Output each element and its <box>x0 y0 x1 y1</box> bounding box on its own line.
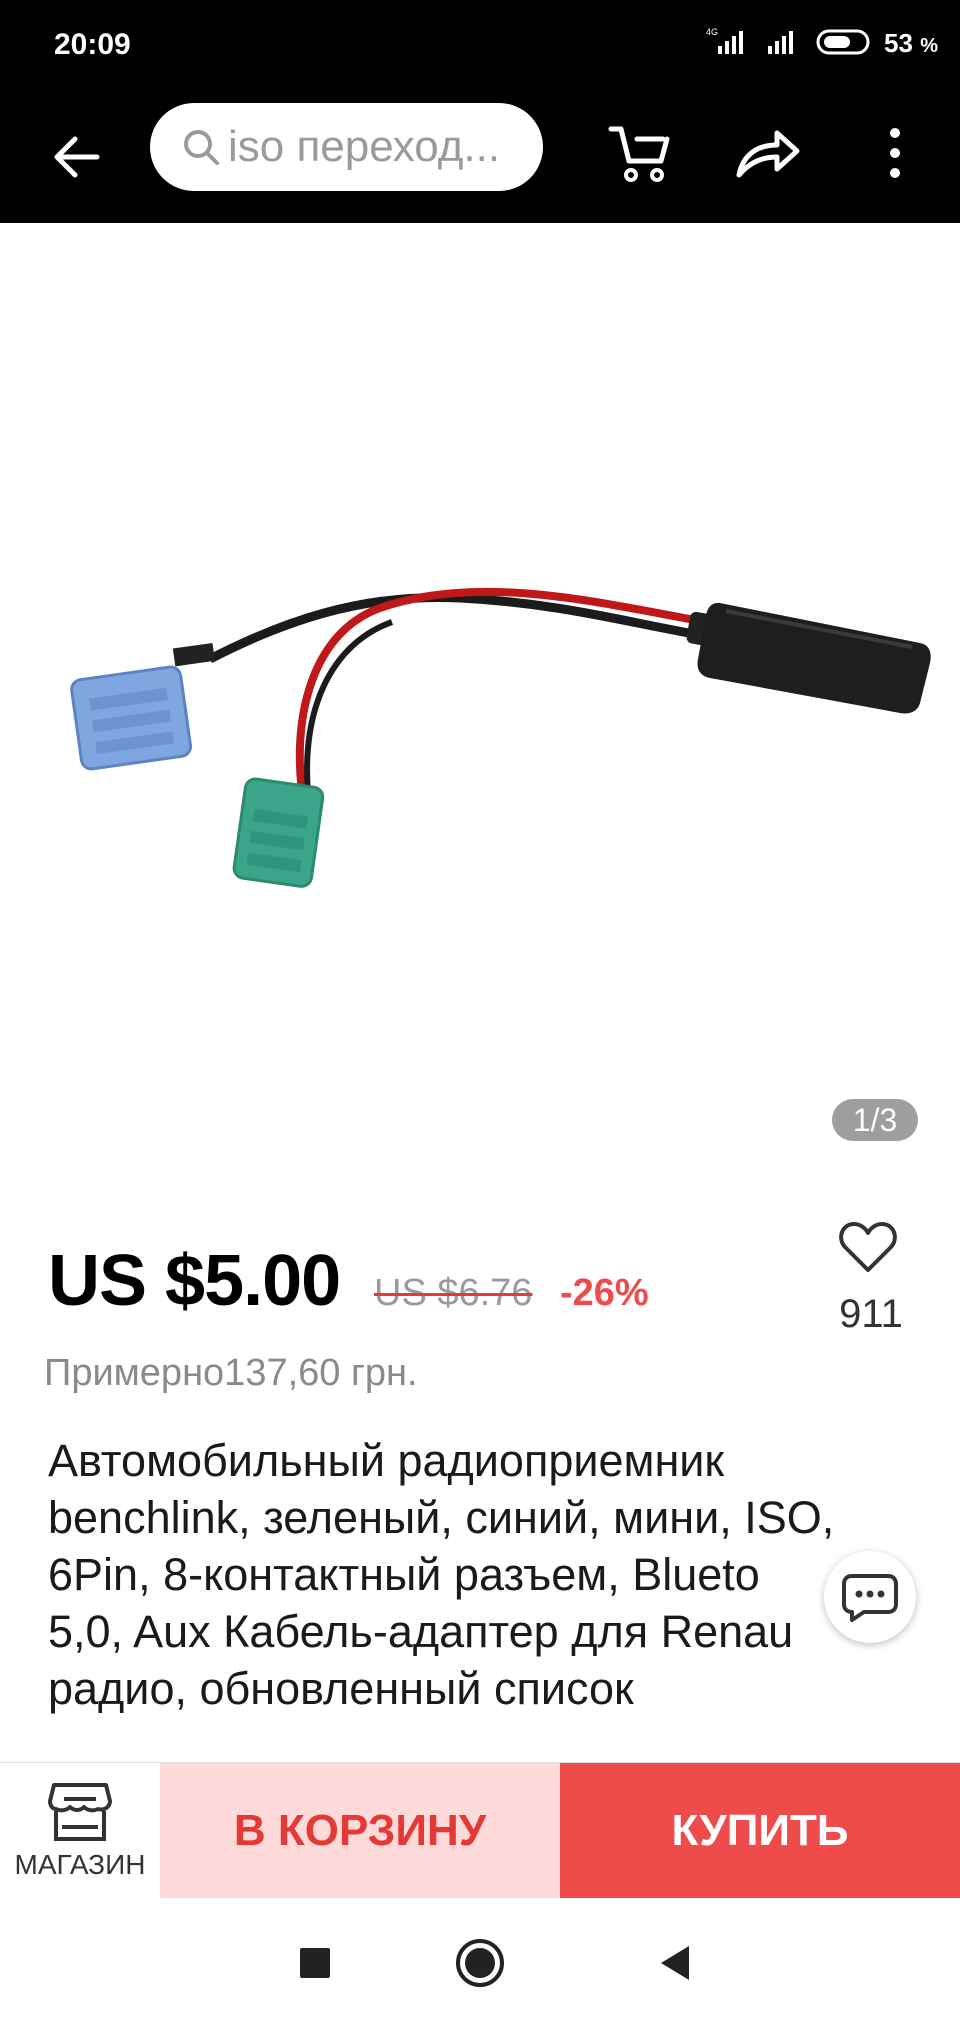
status-time: 20:09 <box>54 28 131 61</box>
search-icon <box>184 130 219 165</box>
add-to-cart-button[interactable]: В КОРЗИНУ <box>160 1763 560 1899</box>
discount-badge: -26% <box>560 1272 649 1314</box>
chat-button[interactable] <box>824 1551 916 1643</box>
square-icon <box>300 1948 330 1978</box>
cart-button[interactable] <box>600 113 680 193</box>
gallery-counter: 1/3 <box>832 1099 918 1141</box>
store-label: МАГАЗИН <box>14 1849 146 1880</box>
product-title: Автомобильный радиоприемник benchlink, з… <box>48 1432 908 1717</box>
product-image-gallery[interactable] <box>0 223 960 1173</box>
share-button[interactable] <box>728 113 808 193</box>
triangle-back-icon <box>661 1946 689 1980</box>
cart-icon <box>608 126 670 182</box>
more-vertical-icon <box>890 128 900 178</box>
search-input[interactable]: iso переход... <box>150 103 543 191</box>
heart-icon <box>839 1222 897 1272</box>
battery-percent: 53 % <box>884 28 938 58</box>
home-button[interactable] <box>445 1928 515 1998</box>
back-button[interactable] <box>44 125 108 189</box>
wishlist-button[interactable] <box>830 1220 906 1279</box>
chat-bubble-icon <box>842 1574 898 1622</box>
signal-icon: 4G <box>704 26 756 61</box>
buy-now-button[interactable]: КУПИТЬ <box>560 1763 960 1899</box>
share-icon <box>736 130 800 178</box>
title-line: Автомобильный радиоприемник <box>48 1435 725 1486</box>
system-nav-bar <box>0 1898 960 2027</box>
signal-2-icon <box>766 26 806 61</box>
status-bar: 20:09 4G 53 % <box>0 0 960 95</box>
approx-price: Примерно137,60 грн. <box>44 1352 418 1394</box>
battery-icon <box>816 26 874 61</box>
wishlist-count: 911 <box>839 1292 903 1336</box>
old-price: US $6.76 <box>374 1272 533 1314</box>
price: US $5.00 <box>48 1241 341 1321</box>
arrow-left-icon <box>54 136 100 178</box>
circle-icon <box>456 1939 504 1987</box>
back-nav-button[interactable] <box>640 1928 710 1998</box>
more-button[interactable] <box>855 113 935 193</box>
store-button[interactable]: МАГАЗИН <box>0 1763 160 1899</box>
title-line: benchlink, зеленый, синий, мини, ISO, <box>48 1492 835 1543</box>
recents-button[interactable] <box>280 1928 350 1998</box>
product-image <box>70 587 931 888</box>
title-line: радио, обновленный список <box>48 1663 634 1714</box>
network-type: 4G <box>706 27 718 37</box>
status-icons: 4G 53 % <box>704 26 938 61</box>
title-line: 5,0, Aux Кабель-адаптер для Renau <box>48 1606 794 1657</box>
search-text: iso переход... <box>228 122 501 171</box>
action-bar: МАГАЗИН В КОРЗИНУ КУПИТЬ <box>0 1762 960 1899</box>
store-icon <box>48 1783 112 1841</box>
app-header: iso переход... <box>0 95 960 223</box>
title-line: 6Pin, 8-контактный разъем, Blueto <box>48 1549 760 1600</box>
